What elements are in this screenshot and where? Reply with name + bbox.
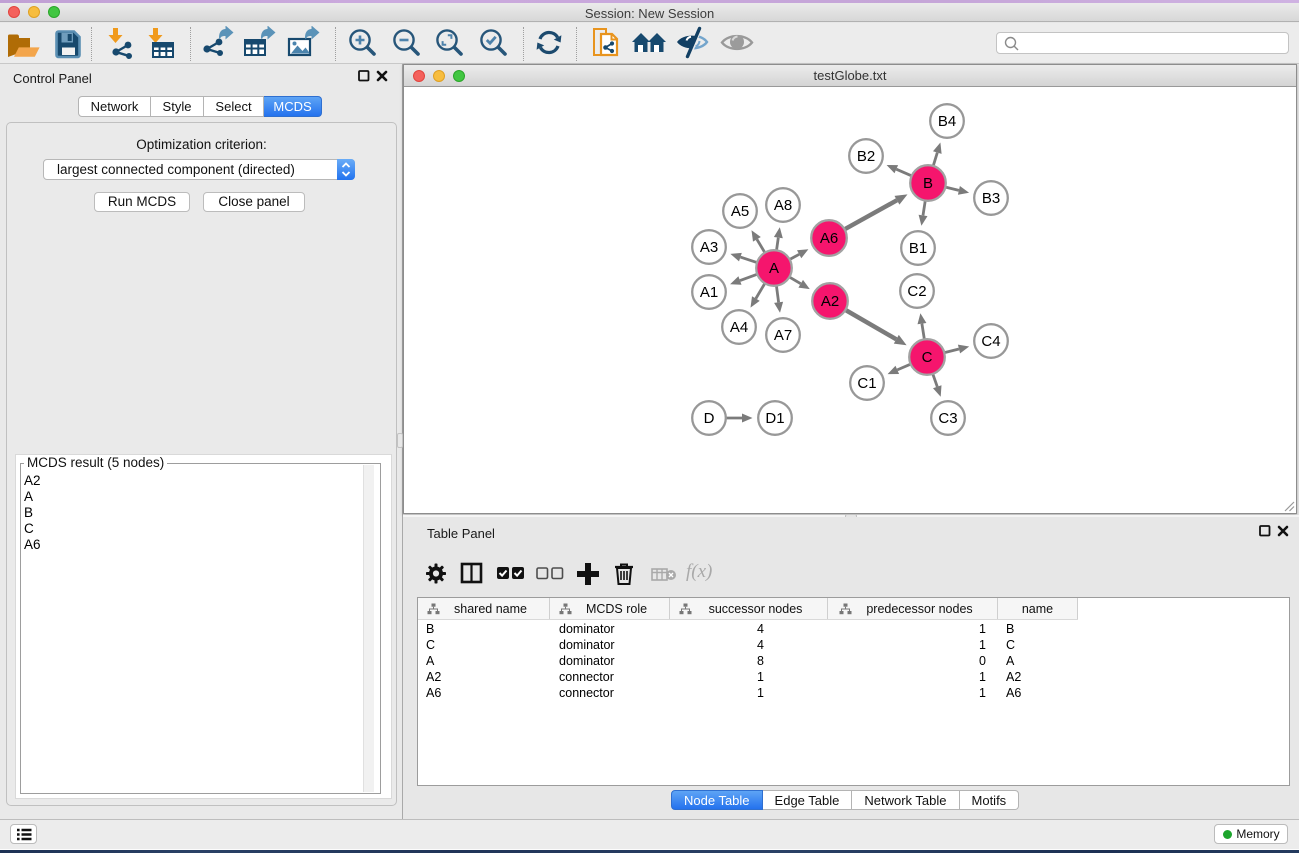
svg-text:C3: C3 — [938, 410, 957, 427]
svg-text:A6: A6 — [820, 230, 838, 247]
svg-text:A: A — [769, 260, 779, 277]
svg-text:A7: A7 — [774, 327, 792, 344]
svg-text:B4: B4 — [938, 113, 956, 130]
svg-text:C1: C1 — [857, 375, 876, 392]
svg-text:B: B — [923, 175, 933, 192]
svg-text:C2: C2 — [907, 283, 926, 300]
svg-text:A8: A8 — [774, 197, 792, 214]
svg-text:D: D — [704, 410, 715, 427]
svg-text:D1: D1 — [765, 410, 784, 427]
svg-text:A3: A3 — [700, 239, 718, 256]
svg-text:A2: A2 — [821, 293, 839, 310]
svg-text:A1: A1 — [700, 284, 718, 301]
svg-text:B3: B3 — [982, 190, 1000, 207]
svg-text:B2: B2 — [857, 148, 875, 165]
svg-text:B1: B1 — [909, 240, 927, 257]
svg-text:C4: C4 — [981, 333, 1000, 350]
svg-text:C: C — [922, 349, 933, 366]
svg-text:A4: A4 — [730, 319, 748, 336]
svg-text:A5: A5 — [731, 203, 749, 220]
